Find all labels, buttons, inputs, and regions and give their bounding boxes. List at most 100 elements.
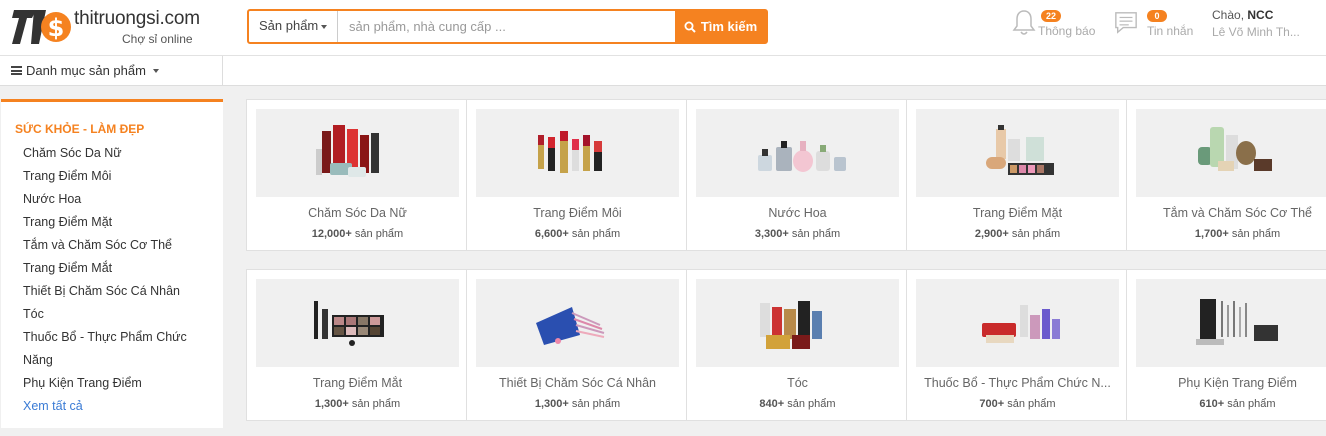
count-unit: sản phẩm	[571, 228, 621, 240]
count-unit: sản phẩm	[1007, 398, 1056, 410]
user-name: Lê Võ Minh Th...	[1212, 25, 1300, 39]
messages-button[interactable]: 0 Tin nhắn	[1114, 8, 1198, 48]
category-count: 1,300+ sản phẩm	[251, 398, 464, 410]
sidebar-item-thuoc-bo-cont[interactable]: Năng	[23, 349, 213, 372]
category-count: 1,700+ sản phẩm	[1131, 228, 1326, 240]
sub-navigation-bar: Danh mục sản phẩm	[0, 56, 1326, 86]
category-count: 3,300+ sản phẩm	[691, 228, 904, 240]
notifications-badge: 22	[1041, 10, 1061, 22]
skincare-products-image	[256, 109, 459, 197]
category-card[interactable]: Phụ Kiện Trang Điểm 610+ sản phẩm	[1126, 269, 1326, 421]
category-card[interactable]: Thuốc Bổ - Thực Phẩm Chức N... 700+ sản …	[906, 269, 1129, 421]
count-value: 3,300+	[754, 228, 789, 240]
logo-tagline: Chợ sỉ online	[122, 32, 193, 46]
count-value: 1,300+	[534, 398, 569, 410]
face-makeup-image	[916, 109, 1119, 197]
sidebar-item-trang-diem-mat[interactable]: Trang Điểm Mặt	[23, 211, 213, 234]
category-card[interactable]: Tóc 840+ sản phẩm	[686, 269, 909, 421]
category-menu-label: Danh mục sản phẩm	[26, 63, 146, 78]
search-input[interactable]	[339, 11, 675, 42]
count-value: 12,000+	[311, 228, 352, 240]
svg-text:$: $	[48, 14, 65, 42]
lipstick-image	[476, 109, 679, 197]
message-icon	[1115, 12, 1137, 34]
greeting-text: Chào,	[1212, 8, 1245, 22]
category-card[interactable]: Nước Hoa 3,300+ sản phẩm	[686, 99, 909, 251]
notifications-button[interactable]: 22 Thông báo	[1012, 8, 1100, 48]
site-logo[interactable]: $ thitruongsi.com Chợ sỉ online	[12, 6, 227, 50]
supplements-image	[916, 279, 1119, 367]
count-value: 2,900+	[974, 228, 1009, 240]
see-all-link[interactable]: Xem tất cả	[23, 395, 213, 418]
sidebar-item-thuoc-bo[interactable]: Thuốc Bổ - Thực Phẩm Chức	[23, 326, 213, 349]
count-value: 1,700+	[1194, 228, 1229, 240]
category-name: Thuốc Bổ - Thực Phẩm Chức N...	[924, 376, 1111, 390]
search-category-label: Sản phẩm	[259, 18, 319, 33]
count-unit: sản phẩm	[1231, 228, 1281, 240]
sidebar-item-trang-diem-mat-eye[interactable]: Trang Điểm Mắt	[23, 257, 213, 280]
hair-products-image	[696, 279, 899, 367]
count-unit: sản phẩm	[571, 398, 621, 410]
sidebar-item-phu-kien[interactable]: Phụ Kiện Trang Điểm	[23, 372, 213, 395]
count-unit: sản phẩm	[787, 398, 836, 410]
category-card[interactable]: Chăm Sóc Da Nữ 12,000+ sản phẩm	[246, 99, 469, 251]
sidebar-item-trang-diem-moi[interactable]: Trang Điểm Môi	[23, 165, 213, 188]
category-count: 1,300+ sản phẩm	[471, 398, 684, 410]
user-role: NCC	[1247, 8, 1274, 22]
logo-text: thitruongsi.com	[74, 8, 200, 29]
user-greeting: Chào, NCC	[1212, 8, 1317, 22]
category-name: Tắm và Chăm Sóc Cơ Thể	[1163, 206, 1312, 220]
category-count: 610+ sản phẩm	[1131, 398, 1326, 410]
category-card[interactable]: Trang Điểm Môi 6,600+ sản phẩm	[466, 99, 689, 251]
category-name: Trang Điểm Mắt	[312, 376, 403, 390]
sidebar-title[interactable]: SỨC KHỎE - LÀM ĐẸP	[15, 122, 144, 136]
messages-badge: 0	[1147, 10, 1167, 22]
search-button-label: Tìm kiếm	[700, 19, 758, 34]
category-count: 2,900+ sản phẩm	[911, 228, 1124, 240]
category-name: Thiết Bị Chăm Sóc Cá Nhân	[498, 376, 656, 390]
logo-icon: $	[12, 10, 71, 44]
sidebar-item-thiet-bi-cham-soc[interactable]: Thiết Bị Chăm Sóc Cá Nhân	[23, 280, 213, 303]
category-menu-button[interactable]: Danh mục sản phẩm	[0, 56, 223, 86]
category-name: Nước Hoa	[768, 206, 827, 220]
perfume-bottles-image	[696, 109, 899, 197]
category-card[interactable]: Tắm và Chăm Sóc Cơ Thể 1,700+ sản phẩm	[1126, 99, 1326, 251]
category-card[interactable]: Thiết Bị Chăm Sóc Cá Nhân 1,300+ sản phẩ…	[466, 269, 689, 421]
category-name: Trang Điểm Môi	[533, 206, 622, 220]
category-name: Trang Điểm Mặt	[972, 206, 1063, 220]
count-unit: sản phẩm	[1227, 398, 1276, 410]
category-card[interactable]: Trang Điểm Mắt 1,300+ sản phẩm	[246, 269, 469, 421]
count-value: 1,300+	[314, 398, 349, 410]
bell-icon	[1012, 10, 1036, 35]
category-count: 840+ sản phẩm	[691, 398, 904, 410]
count-value: 840+	[759, 398, 785, 410]
category-count: 12,000+ sản phẩm	[251, 228, 464, 240]
search-bar: Sản phẩm Tìm kiếm	[247, 9, 768, 44]
count-unit: sản phẩm	[791, 228, 841, 240]
search-icon	[684, 21, 696, 33]
chevron-down-icon	[321, 24, 328, 29]
category-sidebar: SỨC KHỎE - LÀM ĐẸP Chăm Sóc Da Nữ Trang …	[1, 99, 223, 428]
category-name: Phụ Kiện Trang Điểm	[1178, 376, 1297, 390]
category-name: Tóc	[787, 376, 808, 390]
notifications-label: Thông báo	[1038, 24, 1096, 38]
search-category-dropdown[interactable]: Sản phẩm	[249, 11, 338, 42]
search-button[interactable]: Tìm kiếm	[675, 11, 766, 42]
sidebar-item-toc[interactable]: Tóc	[23, 303, 213, 326]
body-care-image	[1136, 109, 1326, 197]
count-value: 610+	[1199, 398, 1225, 410]
hamburger-icon	[11, 66, 22, 75]
category-card[interactable]: Trang Điểm Mặt 2,900+ sản phẩm	[906, 99, 1129, 251]
user-menu[interactable]: Chào, NCC Lê Võ Minh Th...	[1212, 8, 1317, 39]
sidebar-item-tam-cham-soc-co-the[interactable]: Tắm và Chăm Sóc Cơ Thể	[23, 234, 213, 257]
sidebar-item-cham-soc-da-nu[interactable]: Chăm Sóc Da Nữ	[23, 142, 213, 165]
category-count: 700+ sản phẩm	[911, 398, 1124, 410]
sidebar-item-nuoc-hoa[interactable]: Nước Hoa	[23, 188, 213, 211]
count-unit: sản phẩm	[351, 398, 401, 410]
header: $ thitruongsi.com Chợ sỉ online Sản phẩm…	[0, 0, 1326, 56]
category-name: Chăm Sóc Da Nữ	[308, 206, 407, 220]
count-unit: sản phẩm	[1011, 228, 1061, 240]
eye-makeup-palette-image	[256, 279, 459, 367]
sidebar-list: Chăm Sóc Da Nữ Trang Điểm Môi Nước Hoa T…	[23, 142, 213, 418]
count-value: 6,600+	[534, 228, 569, 240]
